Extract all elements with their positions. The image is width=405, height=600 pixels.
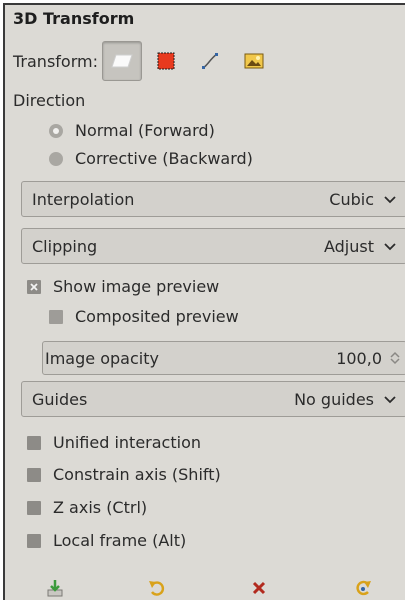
transform-image-button[interactable] bbox=[234, 41, 274, 81]
checkbox-indicator[interactable] bbox=[27, 533, 41, 548]
local-frame-checkbox[interactable]: Local frame (Alt) bbox=[27, 531, 186, 550]
restore-preset-icon bbox=[149, 581, 165, 596]
image-opacity-label: Image opacity bbox=[45, 348, 159, 368]
radio-indicator[interactable] bbox=[49, 151, 63, 166]
direction-label: Direction bbox=[13, 91, 86, 110]
save-preset-icon bbox=[47, 580, 63, 597]
interpolation-combo[interactable]: Interpolation Cubic bbox=[21, 181, 405, 217]
guides-combo[interactable]: Guides No guides bbox=[21, 381, 405, 417]
chevron-down-icon bbox=[384, 396, 396, 404]
transform-label: Transform: bbox=[13, 51, 98, 71]
z-axis-checkbox[interactable]: Z axis (Ctrl) bbox=[27, 498, 147, 517]
radio-label: Corrective (Backward) bbox=[75, 149, 253, 168]
checkbox-indicator[interactable] bbox=[49, 309, 63, 324]
transform-image-icon bbox=[244, 53, 264, 69]
transform-path-button[interactable] bbox=[190, 41, 230, 81]
image-opacity-value[interactable]: 100,0 bbox=[336, 349, 382, 368]
unified-interaction-checkbox[interactable]: Unified interaction bbox=[27, 433, 201, 452]
radio-label: Normal (Forward) bbox=[75, 121, 215, 140]
panel-title: 3D Transform bbox=[13, 9, 135, 28]
transform-row: Transform: bbox=[13, 39, 278, 83]
reset-icon bbox=[356, 580, 371, 596]
preset-button-bar bbox=[5, 575, 405, 600]
checkbox-label: Composited preview bbox=[75, 307, 239, 326]
spin-arrows[interactable] bbox=[390, 351, 400, 365]
composited-preview-checkbox[interactable]: Composited preview bbox=[49, 307, 239, 326]
radio-corrective-backward[interactable]: Corrective (Backward) bbox=[49, 149, 253, 168]
chevron-down-icon bbox=[384, 196, 396, 204]
interpolation-value: Cubic bbox=[329, 189, 374, 209]
transform-selection-icon bbox=[157, 52, 175, 70]
clipping-value: Adjust bbox=[323, 236, 374, 256]
checkbox-indicator[interactable] bbox=[27, 435, 41, 450]
radio-indicator[interactable] bbox=[49, 123, 63, 138]
checkbox-indicator[interactable] bbox=[27, 500, 41, 515]
clipping-label: Clipping bbox=[32, 236, 98, 256]
save-preset-button[interactable] bbox=[41, 575, 69, 600]
show-image-preview-checkbox[interactable]: Show image preview bbox=[27, 277, 219, 296]
transform-path-icon bbox=[201, 53, 218, 69]
delete-preset-button[interactable] bbox=[245, 575, 273, 600]
checkbox-label: Constrain axis (Shift) bbox=[53, 465, 221, 484]
checkmark-x-icon bbox=[30, 282, 38, 291]
chevron-down-icon[interactable] bbox=[390, 358, 400, 365]
checkbox-label: Unified interaction bbox=[53, 433, 201, 452]
checkbox-label: Show image preview bbox=[53, 277, 220, 296]
clipping-combo[interactable]: Clipping Adjust bbox=[21, 228, 405, 264]
transform-layer-icon bbox=[111, 54, 133, 68]
interpolation-label: Interpolation bbox=[32, 189, 135, 209]
transform-layer-button[interactable] bbox=[101, 41, 142, 81]
guides-label: Guides bbox=[32, 389, 88, 409]
chevron-down-icon bbox=[384, 243, 396, 251]
tool-options-panel: 3D Transform Transform: Direction Normal… bbox=[3, 3, 405, 600]
checkbox-label: Z axis (Ctrl) bbox=[53, 498, 148, 517]
delete-preset-icon bbox=[252, 581, 266, 595]
constrain-axis-checkbox[interactable]: Constrain axis (Shift) bbox=[27, 465, 221, 484]
chevron-up-icon[interactable] bbox=[390, 351, 400, 358]
reset-button[interactable] bbox=[349, 575, 377, 600]
checkbox-indicator[interactable] bbox=[27, 467, 41, 482]
radio-normal-forward[interactable]: Normal (Forward) bbox=[49, 121, 215, 140]
guides-value: No guides bbox=[294, 389, 374, 409]
image-opacity-spinbox[interactable]: Image opacity 100,0 bbox=[42, 341, 405, 375]
transform-selection-button[interactable] bbox=[146, 41, 186, 81]
checkbox-indicator[interactable] bbox=[27, 279, 41, 294]
checkbox-label: Local frame (Alt) bbox=[53, 531, 187, 550]
restore-preset-button[interactable] bbox=[143, 575, 171, 600]
